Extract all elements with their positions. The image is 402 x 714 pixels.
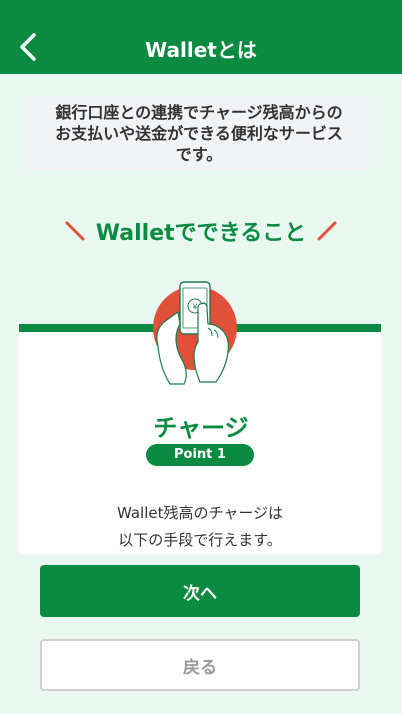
- section-heading: Walletでできること: [0, 216, 402, 246]
- point-badge: Point 1: [146, 444, 254, 466]
- back-text-button[interactable]: 戻る: [40, 639, 360, 691]
- status-bar: [0, 0, 402, 20]
- feature-description: Wallet残高のチャージは 以下の手段で行えます。: [116, 504, 284, 549]
- section-heading-text: Walletでできること: [95, 221, 307, 246]
- feature-title: チャージ: [153, 414, 249, 442]
- yen-symbol: ¥: [192, 303, 197, 312]
- intro-text: 銀行口座との連携でチャージ残高からの お支払いや送金ができる便利なサービス です…: [55, 102, 343, 164]
- left-accent-slash-icon: [65, 221, 85, 241]
- app-header: Walletとは: [0, 20, 402, 74]
- hand-holding-phone-icon: ¥: [153, 281, 237, 385]
- right-accent-slash-icon: [317, 221, 337, 241]
- intro-box: 銀行口座との連携でチャージ残高からの お支払いや送金ができる便利なサービス です…: [28, 96, 370, 170]
- next-button[interactable]: 次へ: [40, 565, 360, 617]
- page-title: Walletとは: [145, 38, 257, 62]
